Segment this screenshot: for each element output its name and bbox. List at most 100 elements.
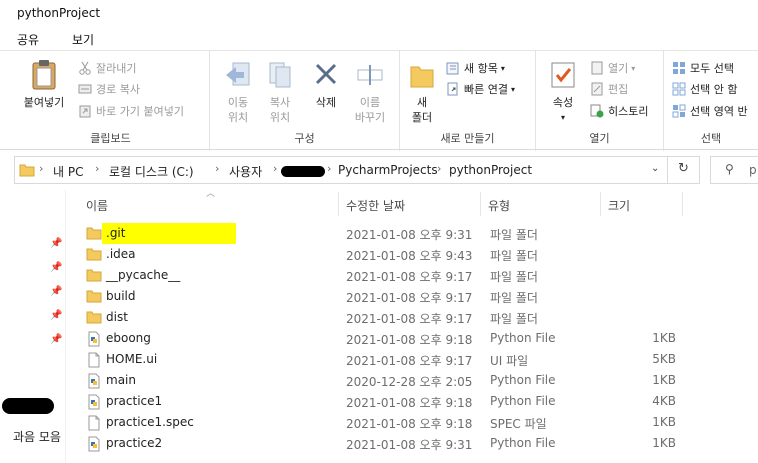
tab-share[interactable]: 공유 xyxy=(17,31,39,48)
pin-icon[interactable]: 📌 xyxy=(50,238,62,249)
file-row[interactable]: HOME.ui 2021-01-08 오후 9:17 UI 파일 5KB xyxy=(80,349,690,370)
file-row[interactable]: practice2 2021-01-08 오후 9:31 Python File 1K… xyxy=(80,433,690,454)
address-bar[interactable]: › 내 PC › 로컬 디스크 (C:) › 사용자 › › PycharmPr… xyxy=(14,156,700,184)
new-folder-icon xyxy=(410,66,434,88)
new-folder-label-2: 폴더 xyxy=(411,111,433,124)
address-dropdown-icon[interactable]: ⌄ xyxy=(651,163,659,174)
file-size: 1KB xyxy=(652,331,676,345)
paste-button[interactable]: 붙여넣기 xyxy=(20,59,68,110)
breadcrumb-users[interactable]: 사용자 xyxy=(229,163,262,180)
breadcrumb-python-project[interactable]: pythonProject xyxy=(449,163,532,177)
file-icon xyxy=(86,352,102,368)
ribbon: 붙여넣기 잘라내기 경로 복사 바로 가기 붙여넣기 클립보드 이동 위치 복사… xyxy=(0,50,758,151)
new-item-button[interactable]: 새 항목 ▾ xyxy=(446,59,505,77)
edit-icon xyxy=(590,82,604,96)
pin-icon[interactable]: 📌 xyxy=(50,262,62,273)
edit-button[interactable]: 편집 xyxy=(590,80,628,98)
scissors-icon xyxy=(78,61,92,75)
properties-button[interactable]: 속성 ▾ xyxy=(544,59,582,125)
column-name[interactable]: 이름 xyxy=(86,197,108,214)
file-modified: 2021-01-08 오후 9:18 xyxy=(346,396,473,410)
file-name: .git xyxy=(106,226,126,240)
delete-label: 삭제 xyxy=(315,96,337,109)
file-name: HOME.ui xyxy=(106,352,158,366)
new-folder-button[interactable]: 새 폴더 xyxy=(406,59,438,125)
move-to-button[interactable]: 이동 위치 xyxy=(218,59,258,125)
invert-selection-button[interactable]: 선택 영역 반 xyxy=(672,102,748,120)
file-type: 파일 폴더 xyxy=(490,249,538,263)
column-divider[interactable] xyxy=(480,192,481,216)
copy-to-button[interactable]: 복사 위치 xyxy=(260,59,300,125)
refresh-button[interactable]: ↻ xyxy=(667,157,699,183)
file-type: 파일 폴더 xyxy=(490,291,538,305)
select-all-label: 모두 선택 xyxy=(690,62,734,75)
file-modified: 2021-01-08 오후 9:17 xyxy=(346,354,473,368)
chevron-right-icon: › xyxy=(95,162,100,175)
history-button[interactable]: 히스토리 xyxy=(590,102,648,120)
file-row[interactable]: dist 2021-01-08 오후 9:17 파일 폴더 xyxy=(80,307,690,328)
file-row[interactable]: practice1.spec 2021-01-08 오후 9:18 SPEC 파일 1… xyxy=(80,412,690,433)
file-row[interactable]: .idea 2021-01-08 오후 9:43 파일 폴더 xyxy=(80,244,690,265)
file-name: .idea xyxy=(106,247,136,261)
file-row[interactable]: __pycache__ 2021-01-08 오후 9:17 파일 폴더 xyxy=(80,265,690,286)
search-box[interactable]: ⚲ p xyxy=(710,156,758,184)
properties-dropdown-icon: ▾ xyxy=(560,113,565,122)
delete-button[interactable]: 삭제 xyxy=(308,59,344,110)
breadcrumb-this-pc[interactable]: 내 PC xyxy=(53,163,83,180)
open-group-label: 열기 xyxy=(589,132,610,145)
rename-label-2: 바꾸기 xyxy=(354,111,386,124)
pin-icon[interactable]: 📌 xyxy=(50,286,62,297)
sort-up-icon: ︿ xyxy=(206,189,216,199)
file-row[interactable]: build 2021-01-08 오후 9:17 파일 폴더 xyxy=(80,286,690,307)
navigation-pane: 📌 📌 📌 📌 📌 과음 모음 xyxy=(0,190,66,463)
rename-button[interactable]: 이름 바꾸기 xyxy=(348,59,392,125)
nav-item-music[interactable]: 과음 모음 xyxy=(13,428,61,445)
tab-view[interactable]: 보기 xyxy=(72,31,94,48)
copy-path-button[interactable]: 경로 복사 xyxy=(78,80,140,98)
clipboard-group: 붙여넣기 잘라내기 경로 복사 바로 가기 붙여넣기 클립보드 xyxy=(12,51,210,151)
file-row[interactable]: .git 2021-01-08 오후 9:31 파일 폴더 xyxy=(80,223,690,244)
ribbon-tabs: 공유 보기 xyxy=(0,28,758,50)
column-headers: ︿ 이름 수정한 날짜 유형 크기 xyxy=(66,189,758,218)
python-file-icon xyxy=(86,436,102,452)
folder-icon xyxy=(86,289,102,303)
clipboard-icon xyxy=(32,60,56,90)
search-icon: ⚲ xyxy=(725,162,734,176)
file-type: Python File xyxy=(490,373,556,387)
column-divider[interactable] xyxy=(338,192,339,216)
column-divider[interactable] xyxy=(600,192,601,216)
file-size: 5KB xyxy=(652,352,676,366)
column-size[interactable]: 크기 xyxy=(608,197,630,214)
select-none-label: 선택 안 함 xyxy=(690,83,738,96)
search-input[interactable]: p xyxy=(749,163,757,177)
breadcrumb-pycharm-projects[interactable]: PycharmProjects xyxy=(338,163,438,177)
invert-selection-icon xyxy=(672,104,686,118)
file-name: build xyxy=(106,289,136,303)
open-button[interactable]: 열기 ▾ xyxy=(590,59,635,77)
paste-shortcut-button[interactable]: 바로 가기 붙여넣기 xyxy=(78,102,184,120)
select-all-button[interactable]: 모두 선택 xyxy=(672,59,734,77)
pin-icon[interactable]: 📌 xyxy=(50,310,62,321)
column-divider[interactable] xyxy=(682,192,683,216)
file-size: 4KB xyxy=(652,394,676,408)
breadcrumb-local-disk[interactable]: 로컬 디스크 (C:) xyxy=(109,163,194,180)
file-row[interactable]: practice1 2021-01-08 오후 9:18 Python File 4K… xyxy=(80,391,690,412)
column-type[interactable]: 유형 xyxy=(488,197,510,214)
file-name: practice1 xyxy=(106,394,163,408)
pin-icon[interactable]: 📌 xyxy=(50,334,62,345)
refresh-icon: ↻ xyxy=(678,161,689,176)
python-file-icon xyxy=(86,373,102,389)
file-row[interactable]: main 2020-12-28 오후 2:05 Python File 1KB xyxy=(80,370,690,391)
cut-button[interactable]: 잘라내기 xyxy=(78,59,136,77)
easy-access-button[interactable]: 빠른 연결 ▾ xyxy=(446,80,515,98)
open-dropdown-icon: ▾ xyxy=(631,63,636,73)
delete-x-icon xyxy=(315,63,337,85)
file-name: main xyxy=(106,373,136,387)
select-all-icon xyxy=(672,61,686,75)
file-row[interactable]: eboong 2021-01-08 오후 9:18 Python File 1KB xyxy=(80,328,690,349)
invert-selection-label: 선택 영역 반 xyxy=(690,105,748,118)
file-type: Python File xyxy=(490,436,556,450)
organize-group: 이동 위치 복사 위치 삭제 이름 바꾸기 구성 xyxy=(210,51,400,151)
select-none-button[interactable]: 선택 안 함 xyxy=(672,80,737,98)
column-modified[interactable]: 수정한 날짜 xyxy=(346,197,405,214)
